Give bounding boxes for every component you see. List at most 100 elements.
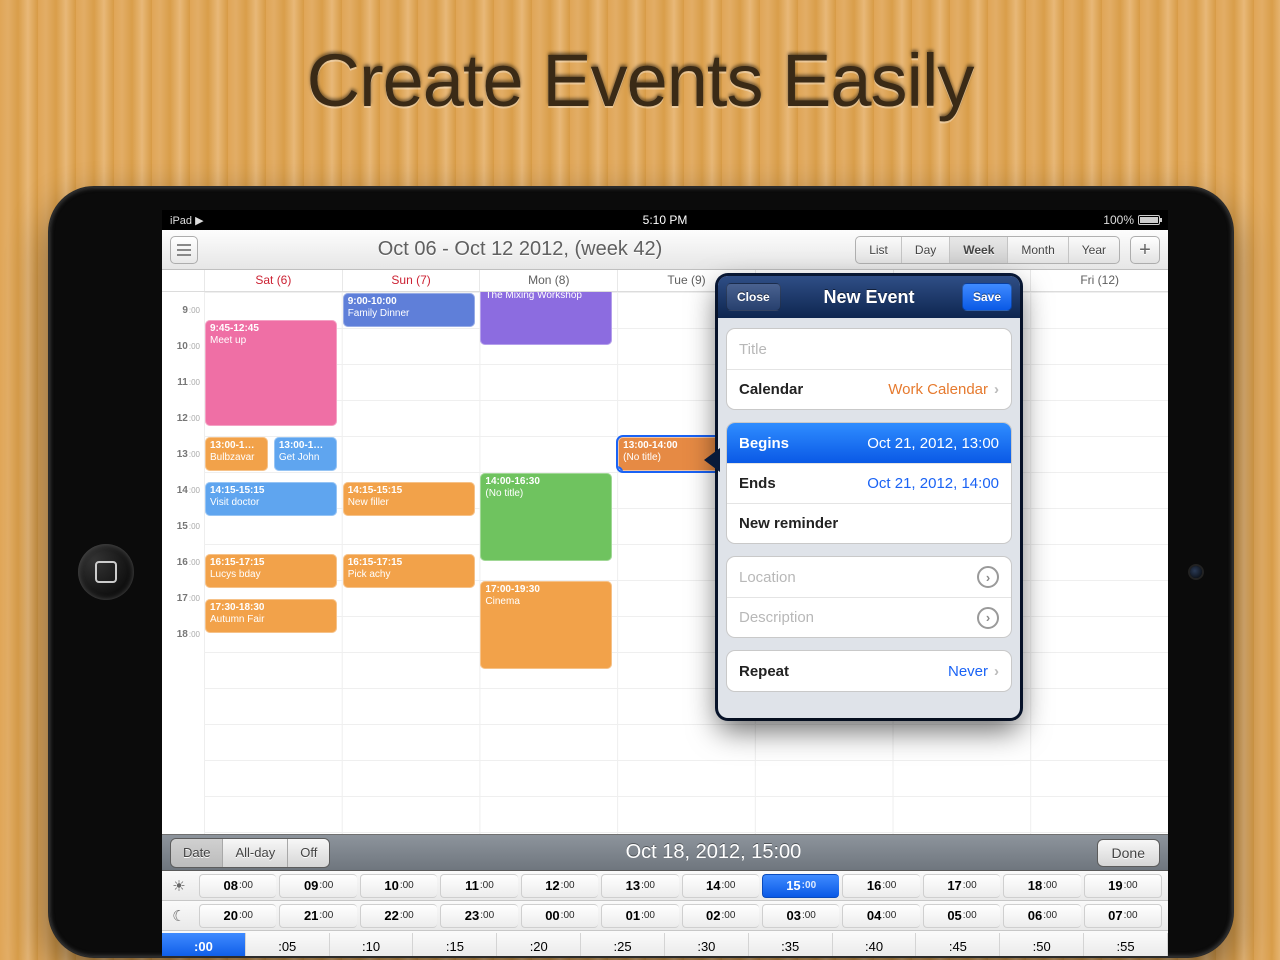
battery-icon xyxy=(1138,215,1160,225)
description-field[interactable]: Description › xyxy=(727,597,1011,637)
time-slot[interactable]: 07:00 xyxy=(1084,904,1162,928)
time-slot[interactable]: 23:00 xyxy=(440,904,517,928)
event-block[interactable]: 13:00-1…Get John xyxy=(274,437,337,471)
event-block[interactable]: 16:15-17:15Pick achy xyxy=(343,554,475,588)
time-slot[interactable]: 17:00 xyxy=(923,874,1000,898)
day-header: Sat (6) xyxy=(204,270,342,291)
chevron-right-icon: › xyxy=(994,663,999,680)
new-event-popover: Close New Event Save Title Calendar Work… xyxy=(718,276,1020,718)
add-event-button[interactable]: + xyxy=(1130,236,1160,264)
week-title: Oct 06 - Oct 12 2012, (week 42) xyxy=(212,238,828,261)
minutes-row[interactable]: :00:05:10:15:20:25:30:35:40:45:50:55 xyxy=(162,931,1168,956)
event-block[interactable]: 17:30-18:30Autumn Fair xyxy=(205,599,337,633)
screen: iPad ▶ 5:10 PM 100% Oct 06 - Oct 12 2012… xyxy=(162,210,1168,956)
picker-seg-date[interactable]: Date xyxy=(171,839,223,867)
time-slot[interactable]: 04:00 xyxy=(842,904,919,928)
hour-label: 9:00 xyxy=(162,292,204,328)
time-slot[interactable]: 21:00 xyxy=(279,904,356,928)
time-slot[interactable]: 16:00 xyxy=(842,874,919,898)
time-slot[interactable]: :00 xyxy=(162,933,246,956)
time-slot[interactable]: :05 xyxy=(246,933,330,956)
hour-label: 18:00 xyxy=(162,616,204,652)
time-slot[interactable]: 22:00 xyxy=(360,904,437,928)
popover-title: New Event xyxy=(823,287,914,308)
title-field[interactable]: Title xyxy=(727,329,1011,369)
calendars-button[interactable] xyxy=(170,236,198,264)
time-slot[interactable]: :35 xyxy=(749,933,833,956)
repeat-row[interactable]: Repeat Never › xyxy=(727,651,1011,691)
view-segmented[interactable]: ListDayWeekMonthYear xyxy=(855,236,1120,264)
event-block[interactable]: 13:00-1…Bulbzavar xyxy=(205,437,268,471)
time-slot[interactable]: :40 xyxy=(833,933,917,956)
day-header: Mon (8) xyxy=(479,270,617,291)
time-slot[interactable]: :25 xyxy=(581,933,665,956)
picker-mode-segmented[interactable]: DateAll-dayOff xyxy=(170,838,330,868)
hour-label: 17:00 xyxy=(162,580,204,616)
time-slot[interactable]: :10 xyxy=(330,933,414,956)
time-slot[interactable]: 18:00 xyxy=(1003,874,1080,898)
time-slot[interactable]: 05:00 xyxy=(923,904,1000,928)
time-slot[interactable]: 11:00 xyxy=(440,874,517,898)
event-block[interactable]: 14:00-16:30(No title) xyxy=(480,473,612,561)
view-day[interactable]: Day xyxy=(902,237,950,263)
event-block[interactable]: 14:15-15:15New filler xyxy=(343,482,475,516)
calendar-row[interactable]: Calendar Work Calendar › xyxy=(727,369,1011,409)
save-button[interactable]: Save xyxy=(962,283,1012,311)
picker-seg-all-day[interactable]: All-day xyxy=(223,839,288,867)
time-slot[interactable]: 13:00 xyxy=(601,874,678,898)
time-slot[interactable]: 20:00 xyxy=(199,904,276,928)
time-slot[interactable]: 02:00 xyxy=(682,904,759,928)
time-slot[interactable]: 10:00 xyxy=(360,874,437,898)
time-slot[interactable]: 15:00 xyxy=(762,874,839,898)
begins-row[interactable]: Begins Oct 21, 2012, 13:00 xyxy=(727,423,1011,463)
navbar: Oct 06 - Oct 12 2012, (week 42) ListDayW… xyxy=(162,230,1168,270)
event-block[interactable]: 16:15-17:15Lucys bday xyxy=(205,554,337,588)
event-block[interactable]: 9:00-10:00Family Dinner xyxy=(343,293,475,327)
popover-header: Close New Event Save xyxy=(718,276,1020,318)
time-slot[interactable]: :30 xyxy=(665,933,749,956)
hour-label: 15:00 xyxy=(162,508,204,544)
time-slot[interactable]: 09:00 xyxy=(279,874,356,898)
event-block[interactable]: 17:00-19:30Cinema xyxy=(480,581,612,669)
event-block[interactable]: 14:15-15:15Visit doctor xyxy=(205,482,337,516)
time-slot[interactable]: 00:00 xyxy=(521,904,598,928)
list-icon xyxy=(177,244,191,256)
time-slot[interactable]: 06:00 xyxy=(1003,904,1080,928)
time-slot[interactable]: 01:00 xyxy=(601,904,678,928)
time-slot[interactable]: 03:00 xyxy=(762,904,839,928)
time-slot[interactable]: :20 xyxy=(497,933,581,956)
done-button[interactable]: Done xyxy=(1097,839,1160,867)
popover-arrow xyxy=(704,448,720,472)
time-slot[interactable]: 12:00 xyxy=(521,874,598,898)
picker-seg-off[interactable]: Off xyxy=(288,839,329,867)
datetime-picker: DateAll-dayOff Oct 18, 2012, 15:00 Done … xyxy=(162,834,1168,956)
location-field[interactable]: Location › xyxy=(727,557,1011,597)
picker-title: Oct 18, 2012, 15:00 xyxy=(336,841,1090,864)
view-month[interactable]: Month xyxy=(1008,237,1068,263)
hour-label: 10:00 xyxy=(162,328,204,364)
time-slot[interactable]: 19:00 xyxy=(1084,874,1162,898)
view-list[interactable]: List xyxy=(856,237,902,263)
view-week[interactable]: Week xyxy=(950,237,1008,263)
event-block[interactable]: 8:30-10:30The Mixing Workshop xyxy=(480,292,612,345)
view-year[interactable]: Year xyxy=(1069,237,1119,263)
ends-row[interactable]: Ends Oct 21, 2012, 14:00 xyxy=(727,463,1011,503)
event-block[interactable]: 9:45-12:45Meet up xyxy=(205,320,337,426)
time-slot[interactable]: 14:00 xyxy=(682,874,759,898)
close-button[interactable]: Close xyxy=(726,283,781,311)
time-slot[interactable]: :55 xyxy=(1084,933,1168,956)
time-slot[interactable]: 08:00 xyxy=(199,874,276,898)
night-hours-row[interactable]: ☾ 20:0021:0022:0023:0000:0001:0002:0003:… xyxy=(162,901,1168,931)
sun-icon: ☀ xyxy=(162,877,196,895)
day-hours-row[interactable]: ☀ 08:0009:0010:0011:0012:0013:0014:0015:… xyxy=(162,871,1168,901)
home-button[interactable] xyxy=(78,544,134,600)
hour-label: 14:00 xyxy=(162,472,204,508)
front-camera xyxy=(1190,566,1202,578)
new-reminder-row[interactable]: New reminder xyxy=(727,503,1011,543)
time-slot[interactable]: :50 xyxy=(1000,933,1084,956)
time-slot[interactable]: :15 xyxy=(413,933,497,956)
hour-label: 11:00 xyxy=(162,364,204,400)
moon-icon: ☾ xyxy=(162,907,196,925)
time-slot[interactable]: :45 xyxy=(916,933,1000,956)
status-time: 5:10 PM xyxy=(162,213,1168,227)
